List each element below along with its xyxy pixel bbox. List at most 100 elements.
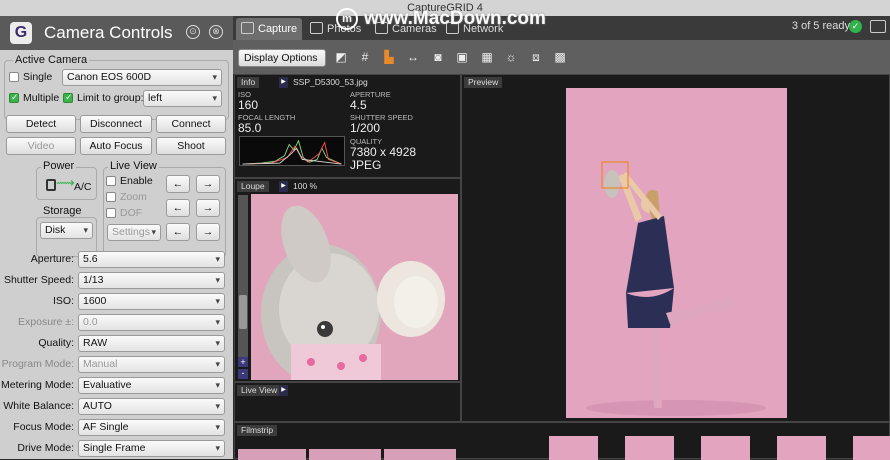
snapshot-icon[interactable]: ◙ [430,50,446,65]
single-label: Single [23,71,53,83]
loupe-scroll-thumb[interactable] [239,295,247,329]
filmstrip-thumb[interactable] [625,436,674,460]
info-play-icon[interactable]: ▶ [279,77,288,88]
lv-right-arrow2-icon[interactable]: → [196,199,220,217]
liveview-dof-label: DOF [120,207,143,219]
checker-icon[interactable]: ▦ [479,50,495,65]
zoom-in-button[interactable]: + [238,357,248,367]
lv-left-arrow3-icon[interactable]: ← [166,223,190,241]
detect-button[interactable]: Detect [6,115,76,133]
liveview-play-icon[interactable]: ▶ [279,385,288,396]
power-label: Power [41,160,77,172]
loupe-tag: Loupe [237,181,269,192]
setting-label: Aperture: [30,253,74,265]
contrast-icon[interactable]: ◩ [333,50,349,65]
camera-select[interactable]: Canon EOS 600D [62,69,222,86]
storage-select[interactable]: Disk [40,222,93,239]
preview-pane: Preview [461,74,890,422]
setting-label: Metering Mode: [1,379,74,391]
video-button[interactable]: Video [6,137,76,155]
status-text: 3 of 5 ready [791,20,850,32]
quality-value: 7380 x 4928 [350,145,417,159]
camera-icon[interactable] [870,20,886,33]
display-options-button[interactable]: Display Options [238,49,326,67]
filmstrip-thumb[interactable] [309,449,381,460]
filmstrip-thumb[interactable] [853,436,890,460]
main-tabs: Capture Photos Cameras Network 3 of 5 re… [233,16,890,40]
connect-button[interactable]: Connect [156,115,226,133]
setting-select[interactable]: Single Frame [78,440,225,457]
setting-label: Quality: [38,337,74,349]
watermark: m www.MacDown.com [336,6,546,32]
setting-select[interactable]: 1600 [78,293,225,310]
power-arrow-icon: ⟿ [56,175,75,190]
setting-select[interactable]: Manual [78,356,225,373]
liveview-zoom-label: Zoom [120,191,147,203]
liveview-enable-label: Enable [120,175,153,187]
filmstrip-pane: Filmstrip [234,422,890,460]
capture-icon [241,22,254,34]
disconnect-button[interactable]: Disconnect [80,115,152,133]
plug-icon [46,179,56,191]
setting-select[interactable]: 1/13 [78,272,225,289]
setting-label: Exposure ±: [18,316,74,328]
liveview-pane: Live View ▶ [234,382,461,422]
filmstrip-thumb[interactable] [777,436,826,460]
zoom-out-button[interactable]: - [238,369,248,379]
grid-icon[interactable]: # [357,50,373,65]
camera-controls-panel: G Camera Controls ⊙ ⊗ Active Camera Sing… [0,16,233,459]
filmstrip-thumb[interactable] [384,449,456,460]
info-filename: SSP_D5300_53.jpg [293,77,368,87]
power-value: A/C [74,181,92,193]
loupe-scrollbar[interactable] [238,195,248,363]
group-select[interactable]: left [143,90,222,107]
autofocus-button[interactable]: Auto Focus [80,137,152,155]
lv-right-arrow-icon[interactable]: → [196,175,220,193]
lv-right-arrow3-icon[interactable]: → [196,223,220,241]
panel-option-icon[interactable]: ⊙ [186,25,200,39]
histogram-graph [239,136,345,166]
filmstrip-thumb[interactable] [238,449,306,460]
tab-capture[interactable]: Capture [236,18,302,40]
setting-select[interactable]: AF Single [78,419,225,436]
brightness-icon[interactable]: ☼ [503,50,519,65]
preview-image [566,88,787,418]
filmstrip-thumb[interactable] [549,436,598,460]
resize-arrows-icon[interactable]: ↔ [405,50,421,65]
filmstrip-thumb[interactable] [701,436,750,460]
lv-left-arrow-icon[interactable]: ← [166,175,190,193]
overlay-icon[interactable]: ▣ [454,50,470,65]
watermark-logo: m [336,8,358,30]
photos-icon [310,22,323,34]
liveview-zoom-checkbox[interactable] [106,192,116,202]
setting-select[interactable]: RAW [78,335,225,352]
lv-left-arrow2-icon[interactable]: ← [166,199,190,217]
setting-label: Shutter Speed: [3,274,74,286]
loupe-image [251,194,458,380]
setting-select[interactable]: 0.0 [78,314,225,331]
histogram-icon[interactable]: ▙ [381,50,397,65]
active-camera-label: Active Camera [13,54,90,66]
loupe-zoom-value: 100 % [293,181,318,191]
storage-label: Storage [41,205,84,217]
filmstrip-tag: Filmstrip [237,425,278,436]
single-radio[interactable] [9,72,19,82]
crop-icon[interactable]: ⧈ [528,50,544,65]
liveview-settings-select[interactable]: Settings [107,224,161,241]
setting-select[interactable]: 5.6 [78,251,225,268]
shoot-button[interactable]: Shoot [156,137,226,155]
loupe-play-icon[interactable]: ▶ [279,181,288,192]
shutter-value: 1/200 [350,121,381,135]
panel-close-icon[interactable]: ⊗ [209,25,223,39]
qrcode-icon[interactable]: ▩ [552,50,568,65]
setting-select[interactable]: Evaluative [78,377,225,394]
focal-value: 85.0 [238,121,262,135]
info-pane: Info ▶ SSP_D5300_53.jpg ISO 160 FOCAL LE… [234,74,461,178]
multiple-radio[interactable] [9,92,19,103]
setting-select[interactable]: AUTO [78,398,225,415]
limit-group-checkbox[interactable] [63,92,73,103]
liveview-enable-checkbox[interactable] [106,176,116,186]
iso-value: 160 [238,98,259,112]
aperture-value: 4.5 [350,98,367,112]
liveview-dof-checkbox[interactable] [106,208,116,218]
